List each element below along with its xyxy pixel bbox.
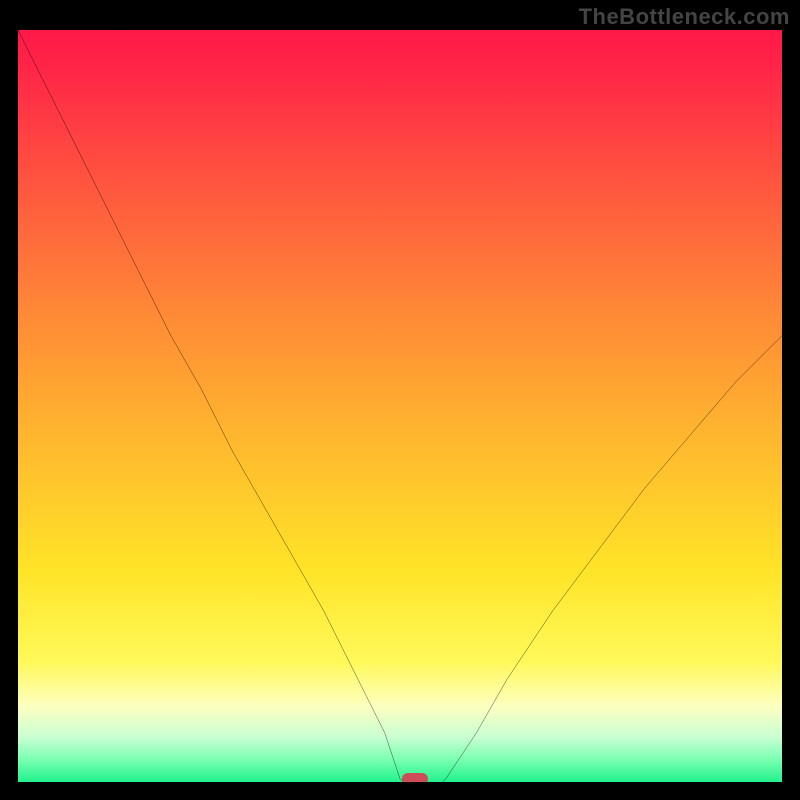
bottleneck-curve [18,30,782,782]
plot-area [18,30,782,782]
minimum-marker [402,773,428,782]
chart-container: TheBottleneck.com [0,0,800,800]
watermark-text: TheBottleneck.com [579,4,790,30]
